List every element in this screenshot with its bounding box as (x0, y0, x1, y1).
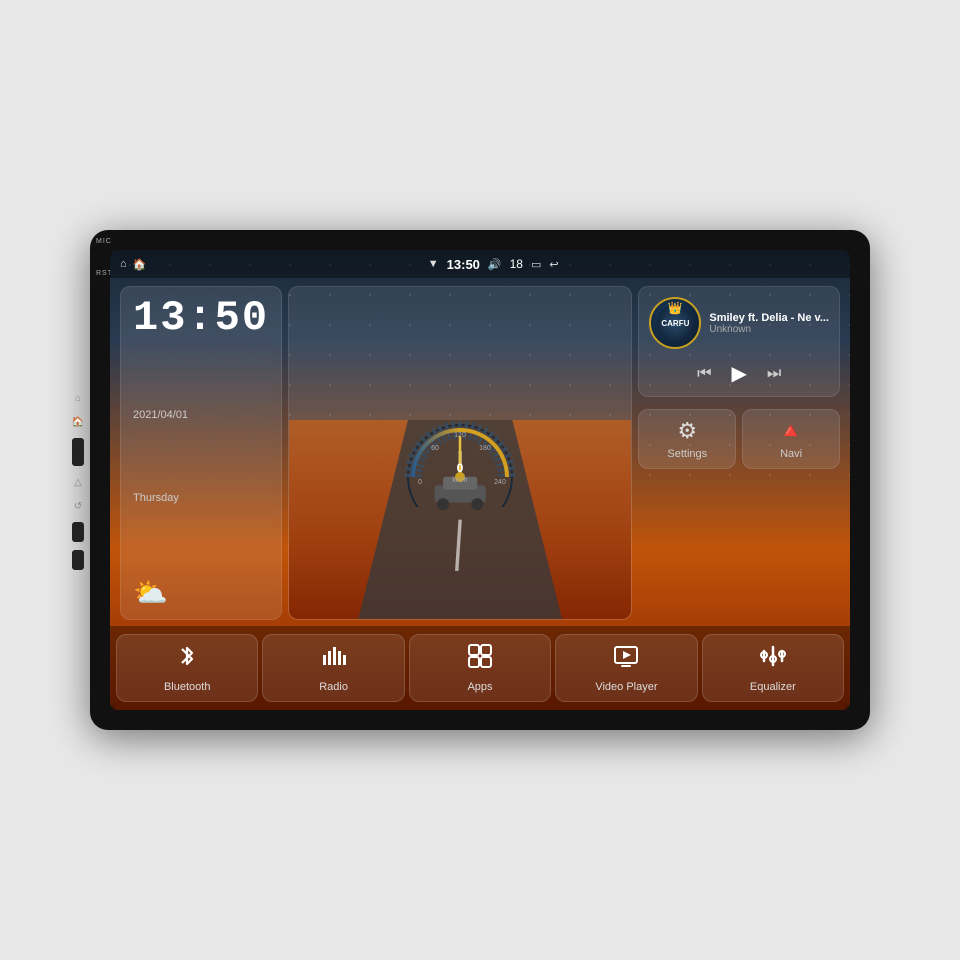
widgets-row: 13:50 2021/04/01 Thursday ⛅ (110, 278, 850, 626)
wifi-icon: ▼ (428, 258, 439, 270)
navi-icon: 🔺 (777, 418, 804, 444)
navi-label: Navi (780, 448, 802, 460)
status-left: ⌂ 🏠 (120, 258, 146, 271)
clock-day: Thursday (133, 492, 179, 504)
video-icon (613, 643, 639, 676)
video-button[interactable]: Video Player (555, 634, 697, 702)
power-side-btn[interactable] (72, 438, 84, 466)
bluetooth-button[interactable]: Bluetooth (116, 634, 258, 702)
main-content: 13:50 2021/04/01 Thursday ⛅ (110, 278, 850, 626)
home-side-icon[interactable]: ⌂ (72, 390, 84, 406)
house-icon[interactable]: 🏠 (133, 258, 147, 271)
music-widget: 👑 CARFU Smiley ft. Delia - Ne v... Unkno… (638, 286, 840, 397)
volume-level: 18 (510, 257, 523, 271)
vol-down-btn[interactable] (72, 550, 84, 570)
device-body: MIC RST ⌂ 🏠 △ ↺ ⌂ 🏠 ▼ 13:50 🔊 18 ▭ ↩ (90, 230, 870, 730)
navi-button[interactable]: 🔺 Navi (742, 409, 840, 469)
settings-icon: ⚙ (677, 418, 697, 444)
music-title: Smiley ft. Delia - Ne v... (709, 312, 829, 324)
play-button[interactable]: ▶ (731, 361, 746, 386)
mic-label: MIC (96, 238, 112, 245)
equalizer-button[interactable]: Equalizer (702, 634, 844, 702)
volume-icon: 🔊 (488, 258, 502, 271)
bluetooth-label: Bluetooth (164, 681, 210, 693)
status-bar: ⌂ 🏠 ▼ 13:50 🔊 18 ▭ ↩ (110, 250, 850, 278)
bottom-bar: Bluetooth Radio (110, 626, 850, 710)
svg-text:60: 60 (431, 445, 439, 452)
side-buttons: ⌂ 🏠 △ ↺ (72, 390, 84, 570)
house-side-icon[interactable]: 🏠 (72, 414, 84, 430)
next-button[interactable]: ⏭ (767, 365, 781, 383)
battery-icon: ▭ (531, 258, 541, 271)
vol-up-btn[interactable] (72, 522, 84, 542)
crown-icon: 👑 (668, 301, 683, 315)
svg-text:180: 180 (479, 445, 491, 452)
prev-button[interactable]: ⏮ (697, 365, 711, 383)
apps-button[interactable]: Apps (409, 634, 551, 702)
status-time: 13:50 (447, 257, 480, 272)
clock-time: 13:50 (133, 297, 269, 339)
screen: ⌂ 🏠 ▼ 13:50 🔊 18 ▭ ↩ 13:50 2021/04/01 (110, 250, 850, 710)
svg-text:120: 120 (454, 432, 466, 439)
speedometer-svg: 0 60 120 180 240 0 km/h (395, 407, 525, 507)
status-center: ▼ 13:50 🔊 18 ▭ ↩ (428, 257, 559, 272)
clock-date: 2021/04/01 (133, 409, 188, 421)
bluetooth-icon (174, 643, 200, 676)
back-status-icon[interactable]: ↩ (549, 258, 558, 271)
clock-widget: 13:50 2021/04/01 Thursday ⛅ (120, 286, 282, 620)
video-label: Video Player (595, 681, 657, 693)
settings-button[interactable]: ⚙ Settings (638, 409, 736, 469)
home-icon[interactable]: ⌂ (120, 258, 127, 270)
music-info: Smiley ft. Delia - Ne v... Unknown (709, 312, 829, 335)
music-controls: ⏮ ▶ ⏭ (639, 355, 839, 396)
weather-icon: ⛅ (133, 576, 168, 609)
settings-navi-row: ⚙ Settings 🔺 Navi (638, 409, 840, 469)
svg-text:240: 240 (494, 479, 506, 486)
svg-text:0: 0 (457, 461, 464, 475)
apps-icon (467, 643, 493, 676)
speedo-container: 0 60 120 180 240 0 km/h (395, 399, 525, 507)
radio-button[interactable]: Radio (262, 634, 404, 702)
svg-text:km/h: km/h (453, 477, 468, 484)
music-artist: Unknown (709, 324, 829, 335)
back-side-icon[interactable]: ↺ (72, 498, 84, 514)
right-column: 👑 CARFU Smiley ft. Delia - Ne v... Unkno… (638, 286, 840, 620)
svg-text:0: 0 (418, 479, 422, 486)
equalizer-icon (760, 643, 786, 676)
album-art: 👑 CARFU (649, 297, 701, 349)
settings-label: Settings (667, 448, 707, 460)
apps-label: Apps (467, 681, 492, 693)
home2-side-icon[interactable]: △ (72, 474, 84, 490)
speed-widget: 0 60 120 180 240 0 km/h (288, 286, 632, 620)
music-top: 👑 CARFU Smiley ft. Delia - Ne v... Unkno… (639, 287, 839, 355)
radio-label: Radio (319, 681, 348, 693)
equalizer-label: Equalizer (750, 681, 796, 693)
carfu-text: CARFU (661, 319, 689, 328)
radio-icon (321, 643, 347, 676)
